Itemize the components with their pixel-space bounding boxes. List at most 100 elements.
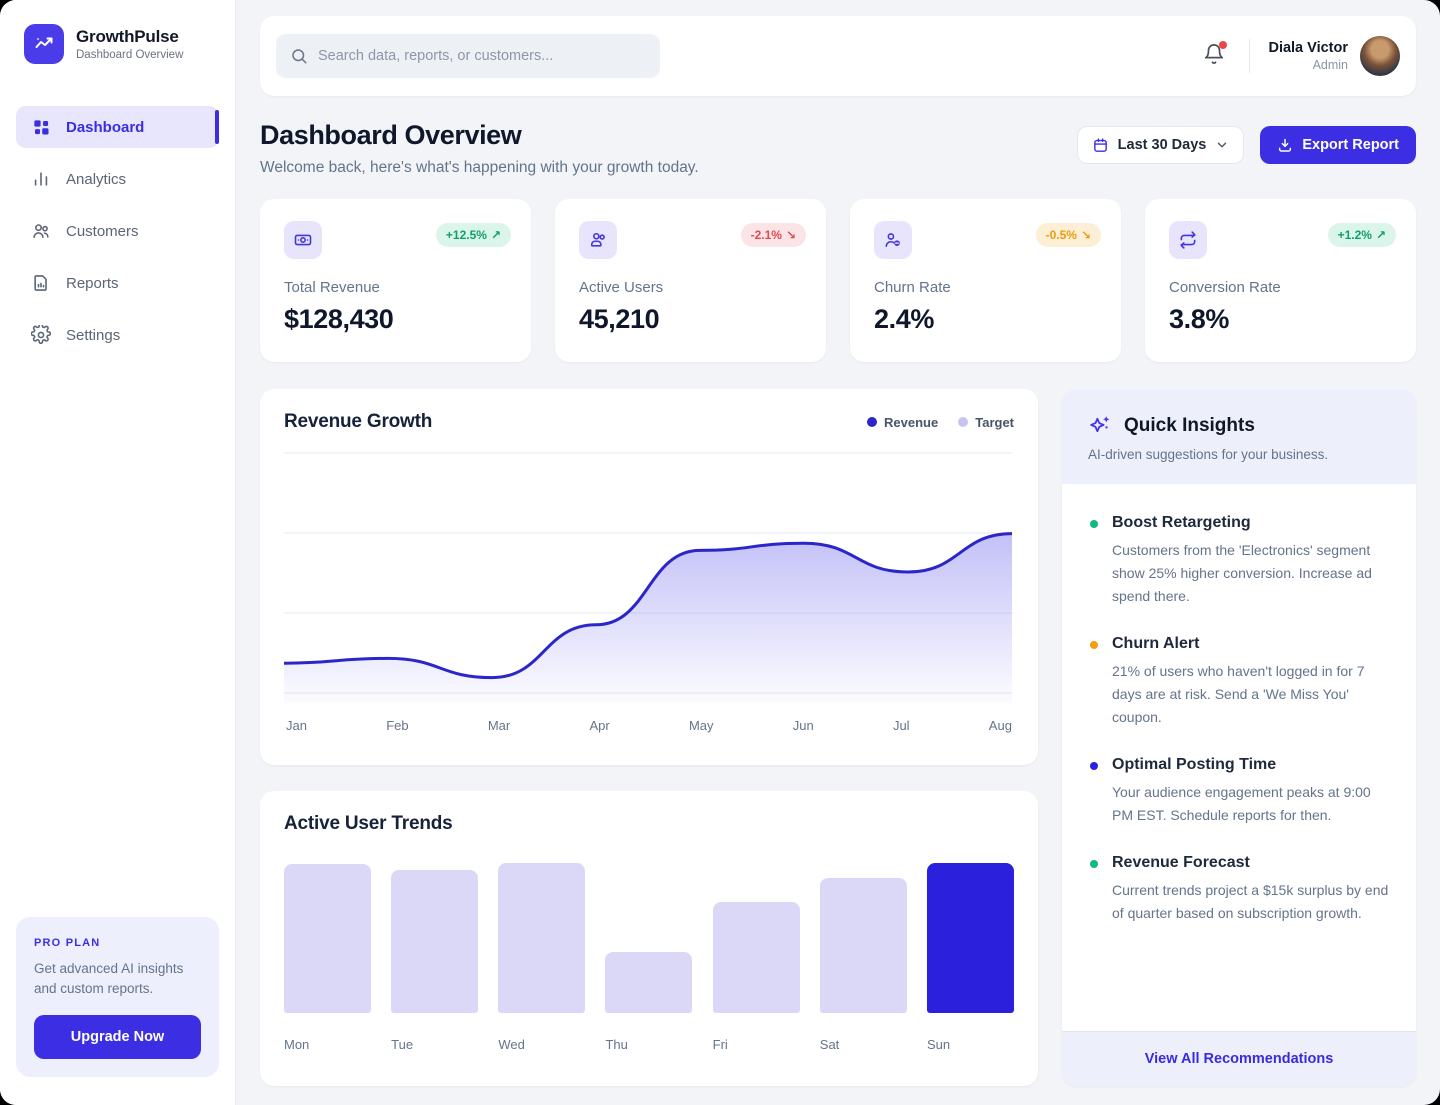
active-user-trends-card: Active User Trends MonTueWedThuFriSatSun (260, 791, 1038, 1086)
sidebar-item-analytics[interactable]: Analytics (16, 158, 219, 200)
insight-title: Optimal Posting Time (1112, 756, 1390, 774)
sidebar-item-dashboard[interactable]: Dashboard (16, 106, 219, 148)
stat-change-value: +1.2% (1338, 228, 1372, 242)
page-header-text: Dashboard Overview Welcome back, here's … (260, 120, 699, 177)
x-tick-label: Sun (927, 1037, 1014, 1052)
repeat-icon (1169, 221, 1207, 259)
date-range-label: Last 30 Days (1118, 137, 1207, 153)
stat-label: Active Users (579, 279, 802, 296)
content-row: Revenue Growth RevenueTarget JanFebMarAp… (260, 389, 1416, 1086)
search-field (276, 34, 660, 78)
chevron-down-icon (1215, 138, 1229, 152)
trend-down-icon: ↘ (786, 228, 796, 242)
download-icon (1277, 137, 1293, 153)
date-range-dropdown[interactable]: Last 30 Days (1077, 126, 1245, 164)
quick-insights-header: Quick Insights AI-driven suggestions for… (1062, 389, 1416, 484)
x-tick-label: Sat (820, 1037, 907, 1052)
page-title: Dashboard Overview (260, 120, 699, 151)
page-subtitle: Welcome back, here's what's happening wi… (260, 159, 699, 177)
insight-description: 21% of users who haven't logged in for 7… (1112, 660, 1390, 729)
growthpulse-logo-icon (24, 24, 64, 64)
bar-column-wed[interactable] (498, 863, 585, 1013)
insight-item-revenue-forecast: Revenue ForecastCurrent trends project a… (1088, 854, 1390, 925)
stat-change-badge: -2.1% ↘ (741, 223, 806, 247)
user-name: Diala Victor (1268, 40, 1348, 56)
search-icon (290, 47, 308, 65)
quick-insights-title: Quick Insights (1124, 415, 1255, 437)
legend-dot (867, 417, 877, 427)
x-tick-label: Aug (989, 718, 1012, 733)
bar-column-sun[interactable] (927, 863, 1014, 1013)
stat-value: 3.8% (1169, 304, 1392, 335)
x-tick-label: Thu (605, 1037, 692, 1052)
user-group-icon (30, 221, 52, 241)
app-window: GrowthPulse Dashboard Overview Dashboard… (0, 0, 1440, 1105)
stat-card-conversion-rate: +1.2%↗Conversion Rate3.8% (1145, 199, 1416, 362)
active-indicator (215, 110, 219, 144)
sidebar-item-settings[interactable]: Settings (16, 314, 219, 356)
sidebar-item-label: Customers (66, 223, 139, 240)
insight-title: Churn Alert (1112, 635, 1390, 653)
stat-label: Conversion Rate (1169, 279, 1392, 296)
stat-value: $128,430 (284, 304, 507, 335)
insight-item-boost-retargeting: Boost RetargetingCustomers from the 'Ele… (1088, 514, 1390, 608)
view-all-recommendations-link[interactable]: View All Recommendations (1145, 1051, 1334, 1067)
brand-text: GrowthPulse Dashboard Overview (76, 27, 183, 61)
upgrade-now-button[interactable]: Upgrade Now (34, 1015, 201, 1059)
user-role: Admin (1268, 58, 1348, 72)
insight-status-dot (1090, 860, 1098, 868)
insight-status-dot (1090, 762, 1098, 770)
active-user-trends-title: Active User Trends (284, 813, 1014, 835)
insight-description: Your audience engagement peaks at 9:00 P… (1112, 781, 1390, 827)
revenue-growth-header: Revenue Growth RevenueTarget (284, 411, 1014, 433)
bar-chart-icon (30, 169, 52, 189)
stat-label: Churn Rate (874, 279, 1097, 296)
stat-change-badge: +12.5%↗ (436, 223, 511, 247)
x-tick-label: Mon (284, 1037, 371, 1052)
pro-plan-description: Get advanced AI insights and custom repo… (34, 959, 201, 1000)
user-minus-icon (874, 221, 912, 259)
quick-insights-panel: Quick Insights AI-driven suggestions for… (1062, 389, 1416, 1086)
bar-column-fri[interactable] (713, 902, 800, 1013)
main-content: Diala Victor Admin Dashboard Overview We… (236, 0, 1440, 1105)
x-tick-label: Tue (391, 1037, 478, 1052)
x-tick-label: Jun (793, 718, 814, 733)
insight-description: Customers from the 'Electronics' segment… (1112, 539, 1390, 608)
insight-item-optimal-posting-time: Optimal Posting Time Your audience engage… (1088, 756, 1390, 827)
sidebar-spacer (0, 356, 235, 917)
user-avatar[interactable] (1360, 36, 1400, 76)
stat-change-value: -0.5% (1046, 228, 1077, 242)
bar-column-sat[interactable] (820, 878, 907, 1013)
stat-card-total-revenue: +12.5%↗Total Revenue$128,430 (260, 199, 531, 362)
charts-column: Revenue Growth RevenueTarget JanFebMarAp… (260, 389, 1038, 1086)
bar-column-mon[interactable] (284, 864, 371, 1013)
sidebar-item-label: Settings (66, 327, 120, 344)
user-meta: Diala Victor Admin (1268, 40, 1348, 72)
export-report-label: Export Report (1302, 137, 1399, 153)
stat-value: 45,210 (579, 304, 802, 335)
x-tick-label: Jan (286, 718, 307, 733)
revenue-growth-card: Revenue Growth RevenueTarget JanFebMarAp… (260, 389, 1038, 765)
x-tick-label: Jul (893, 718, 910, 733)
pro-plan-label: PRO PLAN (34, 937, 201, 949)
insight-status-dot (1090, 520, 1098, 528)
notification-dot (1219, 41, 1227, 49)
legend-item-revenue[interactable]: Revenue (867, 415, 938, 430)
stat-change-value: -2.1% (751, 228, 782, 242)
bar-column-tue[interactable] (391, 870, 478, 1013)
x-tick-label: Apr (589, 718, 609, 733)
legend-dot (958, 417, 968, 427)
insight-status-dot (1090, 641, 1098, 649)
brand: GrowthPulse Dashboard Overview (0, 0, 235, 74)
active-user-trends-x-axis: MonTueWedThuFriSatSun (284, 1037, 1014, 1052)
sidebar-item-reports[interactable]: Reports (16, 262, 219, 304)
stat-cards-row: +12.5%↗Total Revenue$128,430 -2.1% ↘ Active… (260, 199, 1416, 362)
sidebar-item-label: Reports (66, 275, 119, 292)
legend-item-target[interactable]: Target (958, 415, 1014, 430)
bar-column-thu[interactable] (605, 952, 692, 1013)
export-report-button[interactable]: Export Report (1260, 126, 1416, 164)
sidebar-item-customers[interactable]: Customers (16, 210, 219, 252)
x-tick-label: Fri (713, 1037, 800, 1052)
search-input[interactable] (276, 34, 660, 78)
notifications-button[interactable] (1199, 39, 1229, 74)
